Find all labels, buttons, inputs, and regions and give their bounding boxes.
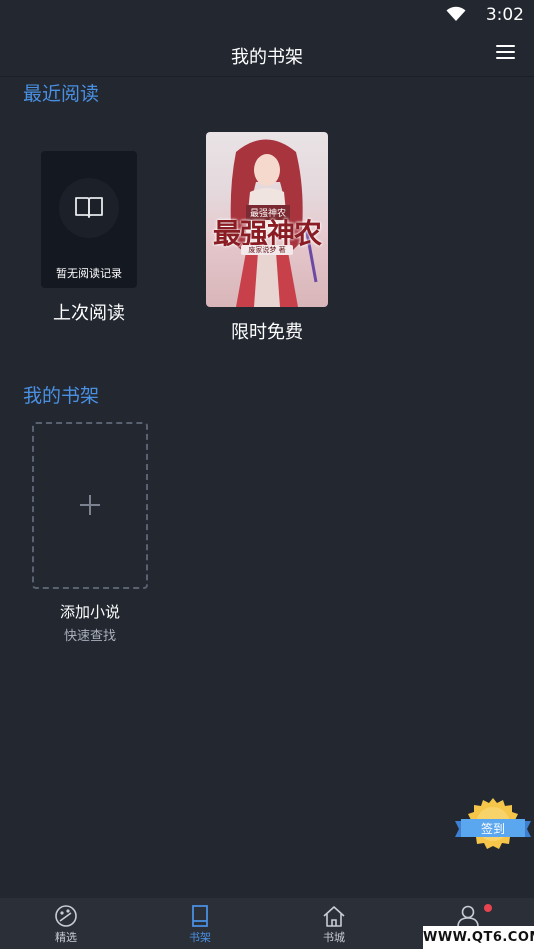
book-open-icon [75, 197, 103, 218]
bookshelf-icon [192, 905, 208, 927]
nav-featured[interactable]: 精选 [31, 898, 101, 949]
screen: 3:02 我的书架 最近阅读 暂无阅读记录 上次阅读 最强神农 最强神农 废家说… [0, 0, 534, 949]
recent-section-title: 最近阅读 [23, 83, 100, 105]
bookshelf-section-title: 我的书架 [23, 385, 100, 407]
nav-bookstore[interactable]: 书城 [299, 898, 369, 949]
empty-record-text: 暂无阅读记录 [56, 267, 122, 280]
free-limited-label[interactable]: 限时免费 [206, 318, 328, 344]
recent-empty-card[interactable]: 暂无阅读记录 [41, 151, 137, 288]
add-novel-subtitle: 快速查找 [63, 629, 116, 644]
palette-icon [55, 905, 77, 927]
last-read-label[interactable]: 上次阅读 [41, 299, 137, 325]
home-icon [323, 906, 345, 927]
user-icon [457, 905, 479, 928]
check-in-badge[interactable]: 签到 [455, 797, 531, 855]
nav-bookstore-label: 书城 [323, 931, 345, 944]
plus-icon [80, 495, 100, 515]
status-bar: 3:02 [0, 0, 534, 32]
cover-author: 废家说梦 著 [241, 245, 293, 255]
watermark: WWW.QT6.COM [423, 926, 534, 949]
book-cover[interactable]: 最强神农 最强神农 废家说梦 著 [206, 132, 328, 307]
add-novel-button[interactable] [32, 422, 148, 589]
wifi-icon [446, 6, 466, 21]
nav-bookshelf[interactable]: 书架 [165, 898, 235, 949]
add-novel-title: 添加小说 [59, 603, 120, 621]
status-time: 3:02 [485, 5, 524, 25]
app-header: 我的书架 [0, 32, 534, 77]
check-in-label: 签到 [480, 822, 505, 836]
book-placeholder-circle [59, 178, 119, 238]
page-title: 我的书架 [231, 47, 303, 68]
nav-featured-label: 精选 [55, 931, 77, 944]
notification-dot [484, 904, 492, 912]
hamburger-menu-icon[interactable] [496, 45, 516, 61]
nav-bookshelf-label: 书架 [189, 931, 211, 944]
